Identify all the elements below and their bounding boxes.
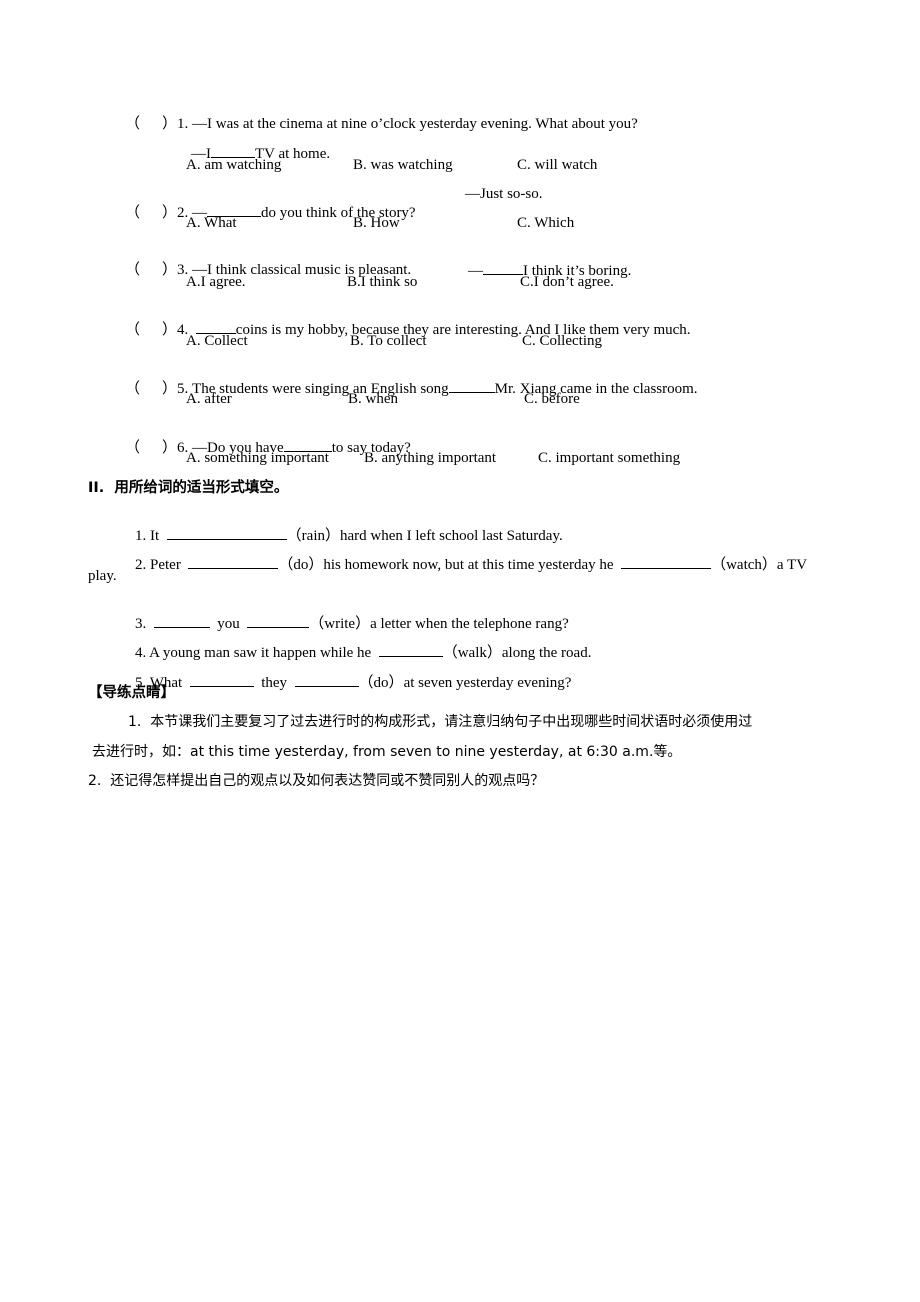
item-text: 2. Peter: [135, 557, 181, 573]
guide-point-1: 1. 本节课我们主要复习了过去进行时的构成形式，请注意归纳句子中出现哪些时间状语…: [128, 714, 753, 730]
question-text: coins is my hobby, because they are inte…: [235, 322, 691, 338]
guide-heading: 【导练点睛】: [88, 685, 175, 701]
item-text: a TV: [776, 557, 808, 573]
fill-blank[interactable]: [483, 261, 523, 275]
option-b[interactable]: B.I think so: [347, 273, 417, 291]
answer-bracket-close: ）: [162, 262, 178, 278]
fill-blank[interactable]: [189, 673, 254, 687]
option-b[interactable]: B. To collect: [350, 332, 427, 350]
section-heading: II. 用所给词的适当形式填空。: [88, 480, 289, 496]
guide-point-1-continued: 去进行时，如：at this time yesterday, from seve…: [92, 744, 682, 760]
option-b[interactable]: B. was watching: [353, 156, 453, 174]
option-c[interactable]: C.I don’t agree.: [520, 273, 614, 291]
word-hint: （watch）: [711, 557, 777, 573]
item-text: his homework now, but at this time yeste…: [323, 557, 614, 573]
guide-point-2: 2. 还记得怎样提出自己的观点以及如何表达赞同或不赞同别人的观点吗？: [88, 773, 545, 789]
option-c[interactable]: C. important something: [538, 449, 680, 467]
option-a[interactable]: A. am watching: [186, 156, 281, 174]
option-c[interactable]: C. Which: [517, 214, 574, 232]
option-c[interactable]: C. Collecting: [522, 332, 602, 350]
fill-blank[interactable]: [294, 673, 359, 687]
question-text: —: [468, 263, 483, 279]
answer-bracket-close: ）: [162, 381, 178, 397]
option-a[interactable]: A. What: [186, 214, 237, 232]
fill-item-2-wrap: play.: [88, 568, 117, 584]
answer-bracket-close: ）: [162, 440, 178, 456]
option-b[interactable]: B. when: [348, 390, 398, 408]
item-text: they: [261, 675, 288, 691]
option-a[interactable]: A.I agree.: [186, 273, 246, 291]
fill-blank[interactable]: [448, 379, 495, 393]
option-a[interactable]: A. something important: [186, 449, 329, 467]
fill-item-2: 2. Peter （do）his homework now, but at th…: [120, 537, 807, 592]
option-b[interactable]: B. anything important: [364, 449, 496, 467]
word-hint: （do）: [358, 675, 404, 691]
fill-item-5: 5. What they （do）at seven yesterday even…: [120, 655, 571, 710]
question-2-reply: —Just so-so.: [465, 186, 543, 202]
option-a[interactable]: A. after: [186, 390, 232, 408]
option-b[interactable]: B. How: [353, 214, 400, 232]
answer-bracket-open: （: [125, 205, 141, 221]
fill-blank[interactable]: [621, 555, 712, 569]
fill-blank[interactable]: [188, 555, 279, 569]
option-a[interactable]: A. Collect: [186, 332, 248, 350]
answer-bracket-open: （: [125, 440, 141, 456]
answer-bracket-open: （: [125, 262, 141, 278]
answer-bracket-open: （: [125, 116, 141, 132]
answer-bracket-close: ）: [162, 116, 178, 132]
option-c[interactable]: C. before: [524, 390, 580, 408]
item-text: at seven yesterday evening?: [403, 675, 572, 691]
answer-bracket-open: （: [125, 381, 141, 397]
option-c[interactable]: C. will watch: [517, 156, 597, 174]
answer-bracket-open: （: [125, 322, 141, 338]
answer-bracket-close: ）: [162, 322, 178, 338]
answer-bracket-close: ）: [162, 205, 178, 221]
word-hint: （do）: [278, 557, 324, 573]
